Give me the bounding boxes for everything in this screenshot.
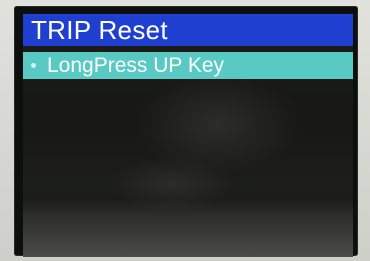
menu-item-longpress-up[interactable]: LongPress UP Key	[23, 52, 353, 79]
glare-reflection	[23, 199, 353, 257]
selection-bullet-icon	[31, 63, 36, 68]
menu-item-label: LongPress UP Key	[47, 54, 225, 77]
screen-title: TRIP Reset	[31, 15, 168, 45]
title-bar: TRIP Reset	[23, 14, 353, 46]
lcd-screen: TRIP Reset LongPress UP Key	[23, 14, 353, 257]
